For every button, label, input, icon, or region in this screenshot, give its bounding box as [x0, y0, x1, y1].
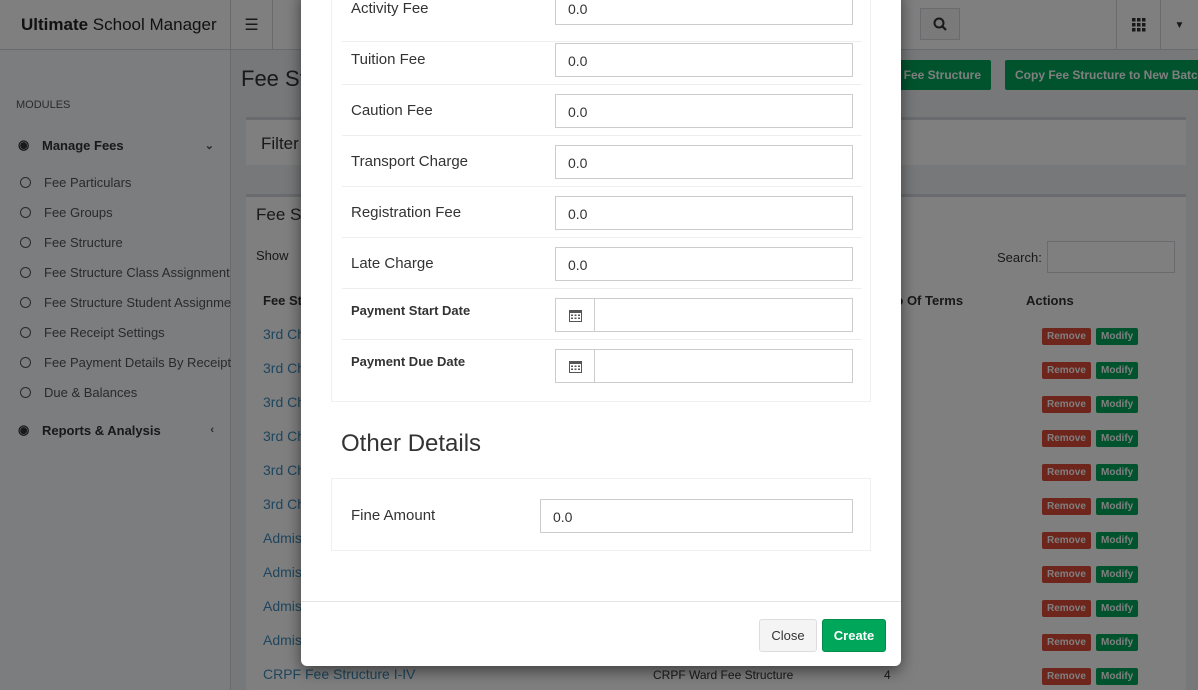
fee-label: Caution Fee: [351, 102, 433, 119]
fee-label: Late Charge: [351, 255, 434, 272]
payment-due-date-picker[interactable]: [555, 349, 853, 383]
fee-label: Transport Charge: [351, 153, 468, 170]
fee-row-registration: Registration Fee 0.0: [342, 187, 862, 238]
tuition-fee-input[interactable]: 0.0: [555, 43, 853, 77]
modal-footer: Close Create: [301, 601, 901, 666]
caution-fee-input[interactable]: 0.0: [555, 94, 853, 128]
payment-start-date-picker[interactable]: [555, 298, 853, 332]
create-fee-structure-modal: Activity Fee 0.0 Tuition Fee 0.0 Caution…: [301, 0, 901, 666]
fee-label: Activity Fee: [351, 0, 429, 17]
fee-row-late-charge: Late Charge 0.0: [342, 238, 862, 289]
fee-label: Tuition Fee: [351, 51, 426, 68]
calendar-icon[interactable]: [556, 299, 595, 331]
payment-start-label: Payment Start Date: [351, 303, 471, 318]
fee-label: Registration Fee: [351, 204, 462, 221]
fee-row-transport: Transport Charge 0.0: [342, 136, 862, 187]
fee-row-payment-due: Payment Due Date: [342, 340, 862, 391]
payment-start-date-input[interactable]: [595, 299, 852, 331]
activity-fee-input[interactable]: 0.0: [555, 0, 853, 25]
create-button[interactable]: Create: [822, 619, 886, 652]
other-details-title: Other Details: [341, 430, 482, 457]
fee-row-tuition: Tuition Fee 0.0: [342, 34, 862, 85]
other-details-panel: Fine Amount 0.0: [331, 478, 871, 551]
fee-row-payment-start: Payment Start Date: [342, 289, 862, 340]
fine-amount-label: Fine Amount: [351, 507, 436, 524]
fine-amount-input[interactable]: 0.0: [540, 499, 853, 533]
payment-due-label: Payment Due Date: [351, 354, 466, 369]
close-button[interactable]: Close: [759, 619, 817, 652]
late-charge-input[interactable]: 0.0: [555, 247, 853, 281]
fee-details-panel: Activity Fee 0.0 Tuition Fee 0.0 Caution…: [331, 0, 871, 402]
calendar-icon[interactable]: [556, 350, 595, 382]
transport-charge-input[interactable]: 0.0: [555, 145, 853, 179]
registration-fee-input[interactable]: 0.0: [555, 196, 853, 230]
payment-due-date-input[interactable]: [595, 350, 852, 382]
fee-row-caution: Caution Fee 0.0: [342, 85, 862, 136]
